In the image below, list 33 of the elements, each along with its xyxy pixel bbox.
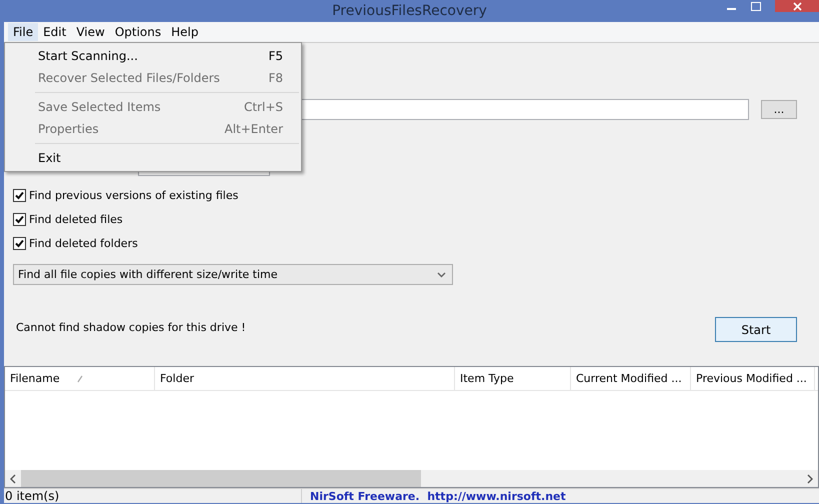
close-icon [792, 2, 802, 10]
checkbox[interactable] [13, 237, 26, 250]
column-header[interactable]: Item Type [455, 367, 571, 390]
menu-item[interactable]: View [71, 22, 110, 41]
column-header[interactable]: Previous Modified ... [691, 367, 815, 390]
menu-entry[interactable]: Exit [5, 147, 301, 169]
checkbox-label: Find deleted files [29, 213, 123, 226]
column-header[interactable]: Folder [155, 367, 455, 390]
window-title: PreviousFilesRecovery [332, 2, 487, 19]
close-button[interactable] [775, 0, 819, 12]
chevron-left-icon[interactable] [9, 474, 17, 484]
menu-item[interactable]: Edit [38, 22, 72, 41]
checkbox-label: Find deleted folders [29, 237, 138, 250]
chevron-right-icon[interactable] [806, 474, 814, 484]
chevron-down-icon [437, 272, 446, 278]
menu-item[interactable]: Options [110, 22, 166, 41]
menu-item[interactable]: Help [166, 22, 204, 41]
item-count: 0 item(s) [4, 489, 302, 503]
menu-entry[interactable]: Start Scanning... F5 [5, 45, 301, 67]
column-header[interactable]: Filename [5, 367, 155, 390]
horizontal-scrollbar[interactable] [5, 470, 818, 487]
checkbox[interactable] [13, 213, 26, 226]
checkbox-label: Find previous versions of existing files [29, 189, 238, 202]
sort-icon [76, 375, 83, 384]
checkbox[interactable] [13, 189, 26, 202]
menu-item[interactable]: File [8, 22, 38, 41]
status-message: Cannot find shadow copies for this drive ! [16, 320, 246, 334]
start-button[interactable]: Start [715, 317, 797, 342]
column-header[interactable]: Current Modified ... [571, 367, 691, 390]
credit-link[interactable]: NirSoft Freeware. http://www.nirsoft.net [310, 490, 566, 502]
browse-button[interactable]: ... [761, 100, 797, 120]
maximize-icon[interactable] [751, 2, 761, 12]
mode-dropdown[interactable]: Find all file copies with different size/write time [13, 264, 453, 286]
